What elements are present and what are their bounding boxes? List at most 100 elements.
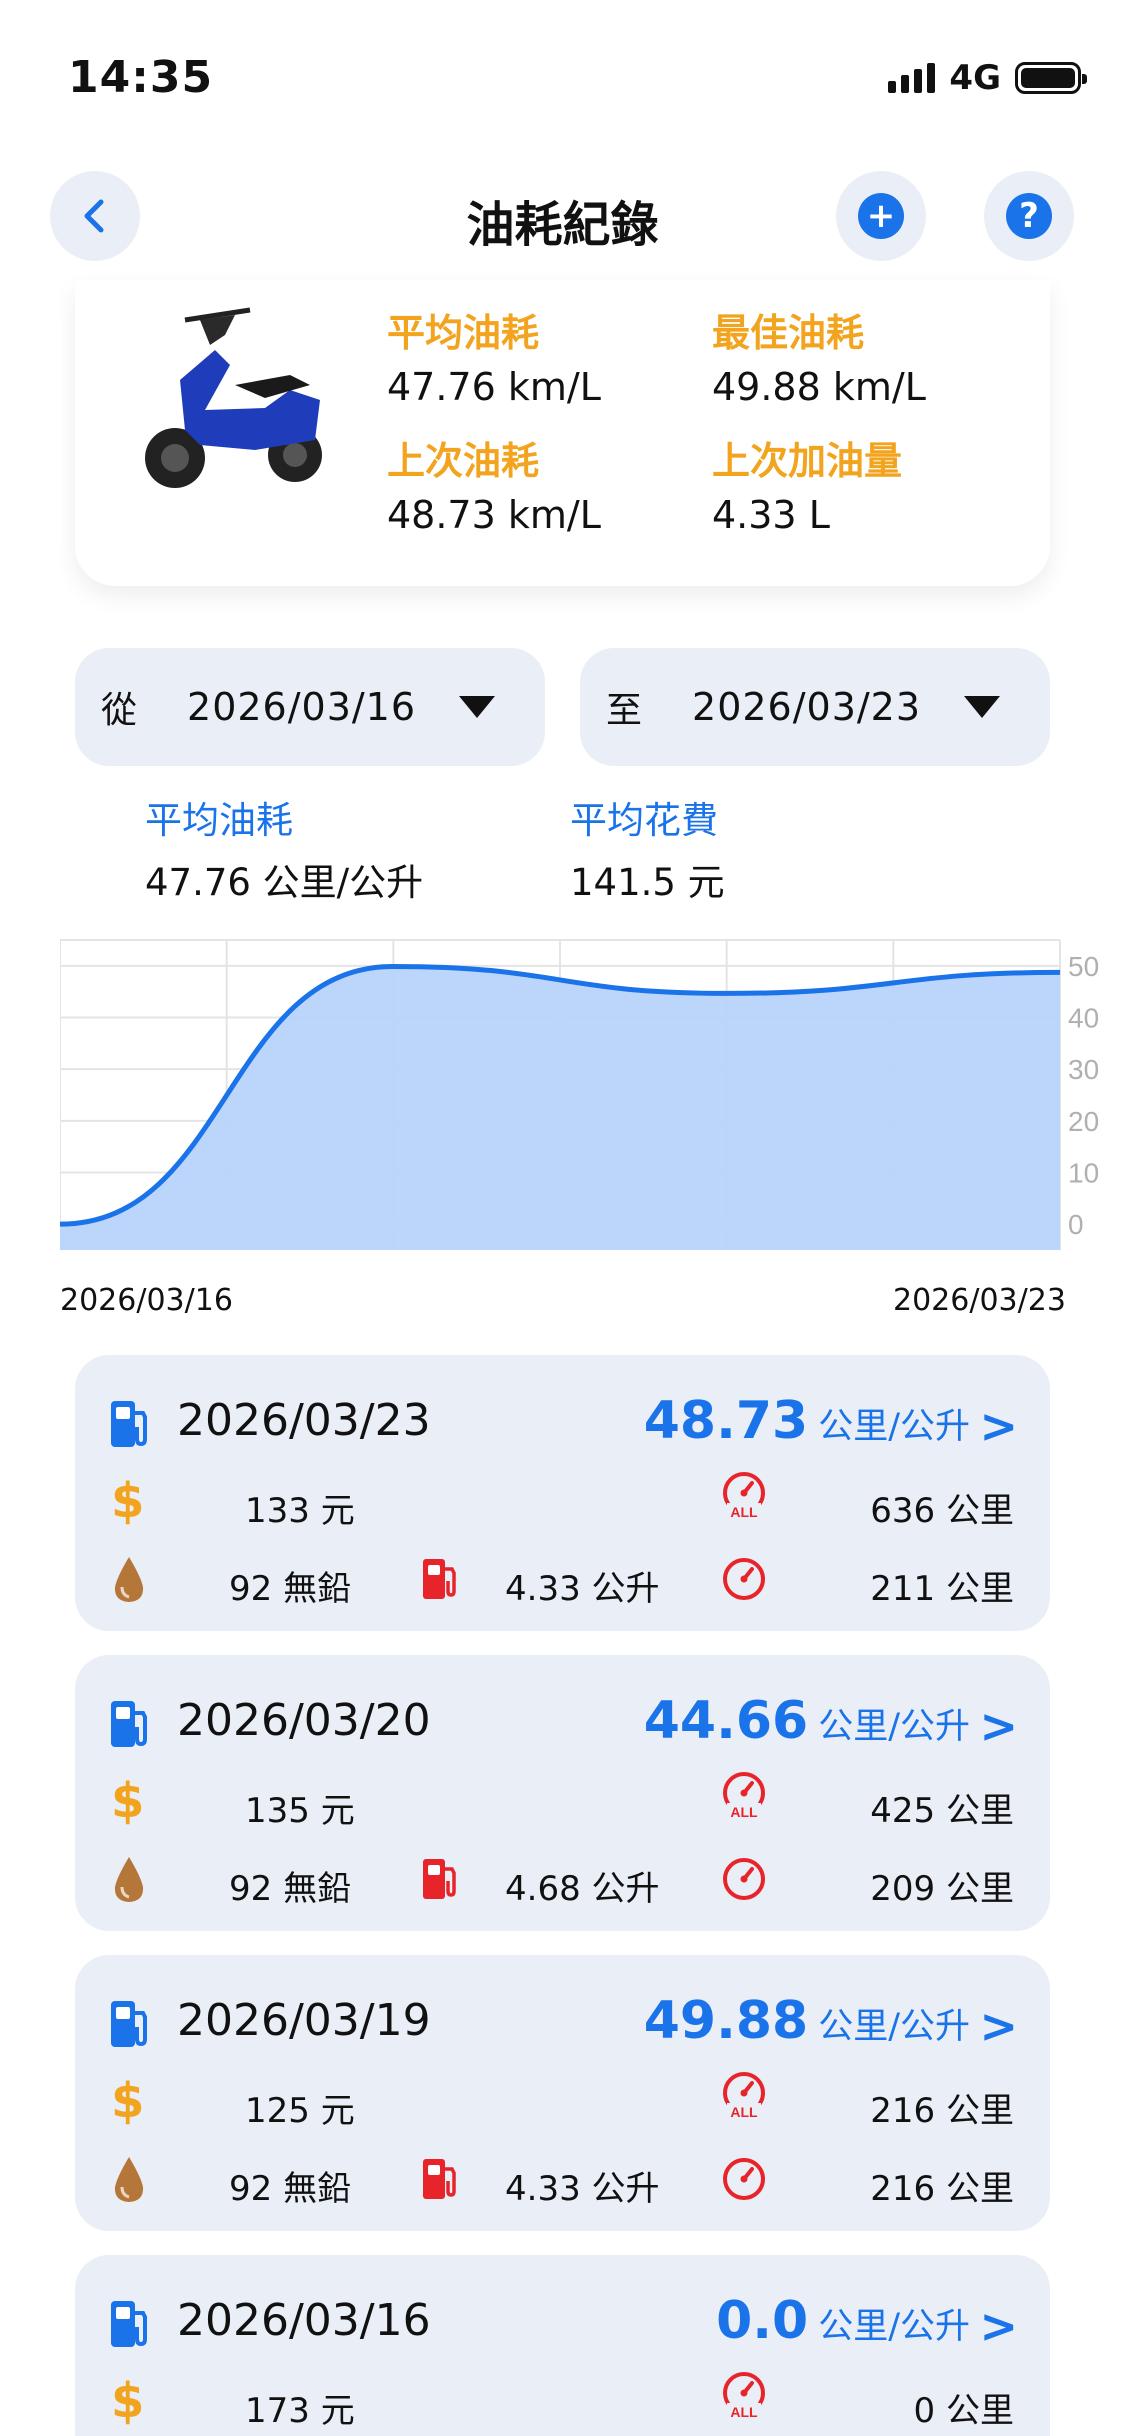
svg-text:ALL: ALL: [730, 2404, 758, 2420]
dropdown-triangle-icon: [964, 696, 1000, 718]
plus-circle-icon: +: [858, 193, 904, 239]
last-fill-value: 4.33 L: [712, 493, 830, 537]
fuel-pump-icon: [107, 1697, 153, 1755]
record-fuel-volume: 4.33 公升: [505, 2169, 660, 2209]
best-efficiency-stat: 最佳油耗 49.88 km/L: [712, 302, 926, 409]
to-date-prefix: 至: [606, 690, 643, 731]
odometer-total-icon: ALL: [719, 1769, 769, 1825]
y-tick-label: 30: [1068, 1054, 1099, 1085]
dollar-icon: $: [111, 2373, 145, 2429]
help-button[interactable]: ?: [984, 171, 1074, 261]
fuel-record-card[interactable]: 2026/03/19 49.88 公里/公升 > $125 元 ALL 216 公里 92 無…: [75, 1955, 1050, 2231]
fuel-volume-icon: [420, 1855, 460, 1907]
period-avg-efficiency: 平均油耗 47.76 公里/公升: [145, 790, 423, 906]
record-efficiency-unit: 公里/公升: [818, 1707, 970, 1747]
svg-text:ALL: ALL: [730, 1804, 758, 1820]
to-date-value: 2026/03/23: [692, 685, 922, 729]
status-bar: 14:35 4G: [0, 0, 1125, 150]
series-area: [60, 966, 1060, 1250]
period-avg-cost-label: 平均花費: [570, 799, 718, 842]
from-date-value: 2026/03/16: [187, 685, 417, 729]
record-total-distance: 216 公里: [870, 2091, 1014, 2131]
record-fuel-grade: 92 無鉛: [229, 1869, 352, 1909]
record-date: 2026/03/19: [177, 1995, 431, 2046]
vehicle-summary-card: 平均油耗 47.76 km/L 最佳油耗 49.88 km/L 上次油耗 48.…: [75, 280, 1050, 586]
last-efficiency-value: 48.73 km/L: [387, 493, 601, 537]
record-cost: 173 元: [245, 2391, 355, 2431]
record-total-distance: 0 公里: [913, 2391, 1014, 2431]
avg-efficiency-stat: 平均油耗 47.76 km/L: [387, 302, 601, 409]
record-efficiency-value: 49.88: [643, 1991, 809, 2051]
to-date-select[interactable]: 至 2026/03/23: [580, 648, 1050, 766]
record-efficiency-unit: 公里/公升: [818, 2307, 970, 2347]
record-total-distance: 425 公里: [870, 1791, 1014, 1831]
record-date: 2026/03/20: [177, 1695, 431, 1746]
last-fill-label: 上次加油量: [712, 439, 903, 483]
record-efficiency-unit: 公里/公升: [818, 1407, 970, 1447]
odometer-total-icon: ALL: [719, 1469, 769, 1525]
record-efficiency: 49.88 公里/公升: [644, 1991, 970, 2051]
fuel-pump-icon: [107, 1997, 153, 2055]
trip-distance-icon: [719, 1555, 769, 1611]
record-efficiency: 44.66 公里/公升: [644, 1691, 970, 1751]
odometer-total-icon: ALL: [719, 2069, 769, 2125]
record-total-distance: 636 公里: [870, 1491, 1014, 1531]
dollar-icon: $: [111, 1773, 145, 1829]
y-tick-label: 0: [1068, 1209, 1084, 1240]
record-fuel-volume: 4.68 公升: [505, 1869, 660, 1909]
record-trip-distance: 216 公里: [870, 2169, 1014, 2209]
period-avg-efficiency-label: 平均油耗: [145, 799, 293, 842]
last-efficiency-label: 上次油耗: [387, 439, 540, 483]
battery-icon: [1015, 62, 1087, 94]
network-type: 4G: [949, 58, 1001, 98]
avg-efficiency-label: 平均油耗: [387, 311, 540, 355]
y-tick-label: 10: [1068, 1158, 1099, 1189]
odometer-total-icon: ALL: [719, 2369, 769, 2425]
fuel-record-card[interactable]: 2026/03/16 0.0 公里/公升 > $173 元 ALL 0 公里: [75, 2255, 1050, 2436]
last-fill-stat: 上次加油量 4.33 L: [712, 430, 902, 537]
fuel-drop-icon: [111, 1855, 147, 1909]
trip-distance-icon: [719, 1855, 769, 1911]
dollar-icon: $: [111, 2073, 145, 2129]
record-cost: 125 元: [245, 2091, 355, 2131]
avg-efficiency-value: 47.76 km/L: [387, 365, 601, 409]
from-date-select[interactable]: 從 2026/03/16: [75, 648, 545, 766]
y-tick-label: 40: [1068, 1003, 1099, 1034]
record-fuel-grade: 92 無鉛: [229, 2169, 352, 2209]
add-record-button[interactable]: +: [836, 171, 926, 261]
chevron-right-icon: >: [979, 2299, 1018, 2353]
record-efficiency-value: 44.66: [643, 1691, 809, 1751]
period-avg-cost: 平均花費 141.5 元: [570, 790, 725, 906]
fuel-record-card[interactable]: 2026/03/23 48.73 公里/公升 > $133 元 ALL 636 公里 92 無…: [75, 1355, 1050, 1631]
best-efficiency-value: 49.88 km/L: [712, 365, 926, 409]
trip-distance-icon: [719, 2155, 769, 2211]
record-efficiency-value: 48.73: [643, 1391, 809, 1451]
record-date: 2026/03/16: [177, 2295, 431, 2346]
x-tick-end: 2026/03/23: [893, 1283, 1066, 1318]
y-tick-label: 20: [1068, 1106, 1099, 1137]
dollar-icon: $: [111, 1473, 145, 1529]
period-avg-cost-value: 141.5 元: [570, 861, 725, 904]
best-efficiency-label: 最佳油耗: [712, 311, 865, 355]
record-efficiency: 48.73 公里/公升: [644, 1391, 970, 1451]
navigation-bar: 油耗紀錄 + ?: [0, 165, 1125, 265]
record-trip-distance: 211 公里: [870, 1569, 1014, 1609]
record-efficiency: 0.0 公里/公升: [716, 2291, 970, 2351]
svg-text:ALL: ALL: [730, 1504, 758, 1520]
fuel-record-card[interactable]: 2026/03/20 44.66 公里/公升 > $135 元 ALL 425 公里 92 無…: [75, 1655, 1050, 1931]
efficiency-chart: 0 10 20 30 40 50: [60, 939, 1099, 1250]
fuel-drop-icon: [111, 2155, 147, 2209]
question-circle-icon: ?: [1006, 193, 1052, 239]
last-efficiency-stat: 上次油耗 48.73 km/L: [387, 430, 601, 537]
svg-text:ALL: ALL: [730, 2104, 758, 2120]
fuel-drop-icon: [111, 1555, 147, 1609]
chevron-right-icon: >: [979, 1699, 1018, 1753]
chevron-right-icon: >: [979, 1999, 1018, 2053]
period-avg-efficiency-value: 47.76 公里/公升: [145, 861, 424, 904]
signal-icon: [888, 63, 936, 93]
record-date: 2026/03/23: [177, 1395, 431, 1446]
record-efficiency-value: 0.0: [716, 2291, 809, 2351]
record-fuel-volume: 4.33 公升: [505, 1569, 660, 1609]
fuel-volume-icon: [420, 2155, 460, 2207]
chevron-right-icon: >: [979, 1399, 1018, 1453]
